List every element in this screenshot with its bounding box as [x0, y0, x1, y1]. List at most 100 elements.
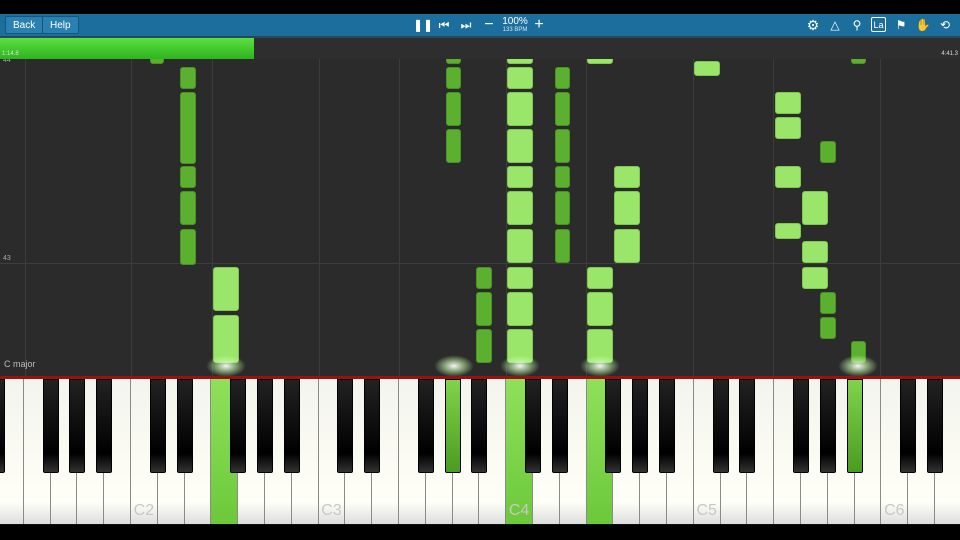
black-key[interactable] — [739, 379, 756, 473]
skip-back-icon[interactable]: ⏮ — [436, 17, 452, 33]
octave-label: C3 — [321, 502, 342, 519]
grid-line — [131, 59, 132, 376]
note — [694, 61, 720, 76]
note — [555, 166, 570, 188]
note — [446, 59, 461, 64]
note — [775, 92, 801, 114]
octave-label: C2 — [133, 502, 155, 519]
note — [802, 241, 828, 263]
octave-label: C4 — [508, 502, 530, 519]
black-key[interactable] — [927, 379, 943, 473]
note — [180, 67, 196, 89]
black-key[interactable] — [605, 379, 622, 473]
metronome-icon[interactable]: △ — [827, 17, 843, 33]
pause-icon[interactable]: ❚❚ — [413, 17, 433, 33]
song-progress-bar[interactable]: 1:14.8 4:41.3 — [0, 37, 960, 59]
black-key[interactable] — [96, 379, 113, 473]
note — [476, 329, 492, 363]
note — [587, 292, 613, 326]
note — [446, 92, 461, 126]
minus-icon[interactable]: − — [481, 17, 497, 33]
note — [555, 67, 570, 89]
note — [476, 292, 492, 326]
black-key[interactable] — [551, 379, 568, 473]
black-key[interactable] — [417, 379, 434, 473]
synthesia-window: Back Help ❚❚ ⏮ ⏭ − 100% 133 BPM + ⚙ △ ⚲ … — [0, 0, 960, 540]
note — [213, 267, 239, 311]
note — [802, 191, 828, 225]
note — [150, 59, 164, 64]
note — [555, 229, 570, 263]
key-signature-label: C major — [4, 359, 36, 369]
black-key[interactable] — [819, 379, 836, 473]
grid-line — [399, 59, 400, 376]
octave-label: C5 — [696, 502, 717, 519]
black-key[interactable] — [632, 379, 649, 473]
note — [507, 267, 533, 289]
hit-glow — [580, 355, 620, 376]
black-key[interactable] — [444, 379, 461, 473]
back-button[interactable]: Back — [5, 16, 44, 34]
note — [555, 191, 570, 225]
note — [180, 191, 196, 225]
bookmark-icon[interactable]: ⚑ — [893, 17, 909, 33]
grid-line — [693, 59, 694, 376]
note — [614, 191, 640, 225]
black-key[interactable] — [900, 379, 917, 473]
note — [775, 223, 801, 239]
black-key[interactable] — [149, 379, 166, 473]
hand-icon[interactable]: ✋ — [915, 17, 931, 33]
black-key[interactable] — [230, 379, 247, 473]
black-key[interactable] — [257, 379, 273, 473]
note — [446, 129, 461, 163]
label-icon[interactable]: La — [871, 17, 886, 32]
note — [507, 92, 533, 126]
speed-percent: 100% — [502, 16, 528, 27]
note — [851, 59, 866, 64]
black-key[interactable] — [42, 379, 59, 473]
help-button[interactable]: Help — [42, 16, 79, 34]
measure-number: 44 — [3, 59, 11, 64]
hit-glow — [434, 355, 474, 376]
speed-readout: 100% 133 BPM — [497, 16, 533, 34]
hit-glow — [206, 355, 246, 376]
note — [820, 292, 836, 314]
black-key[interactable] — [846, 379, 863, 473]
plus-icon[interactable]: + — [531, 17, 547, 33]
note — [775, 166, 801, 188]
black-key[interactable] — [69, 379, 86, 473]
black-key[interactable] — [471, 379, 488, 473]
note — [180, 166, 196, 188]
skip-forward-icon[interactable]: ⏭ — [458, 17, 474, 33]
bottom-bar — [0, 525, 960, 540]
black-key[interactable] — [712, 379, 729, 473]
grid-line — [319, 59, 320, 376]
top-toolbar: Back Help ❚❚ ⏮ ⏭ − 100% 133 BPM + ⚙ △ ⚲ … — [0, 14, 960, 37]
black-key[interactable] — [176, 379, 193, 473]
note — [802, 267, 828, 289]
note — [587, 59, 613, 64]
note — [446, 67, 461, 89]
grid-line — [773, 59, 774, 376]
loop-icon[interactable]: ⟲ — [937, 17, 953, 33]
black-key[interactable] — [283, 379, 300, 473]
note — [555, 129, 570, 163]
black-key[interactable] — [0, 379, 5, 473]
black-key[interactable] — [364, 379, 381, 473]
note — [507, 229, 533, 263]
progress-fill — [0, 38, 255, 59]
total-time: 4:41.3 — [941, 51, 958, 57]
note — [614, 229, 640, 263]
black-key[interactable] — [525, 379, 541, 473]
hit-glow — [500, 355, 540, 376]
black-key[interactable] — [793, 379, 809, 473]
piano-keyboard: C2 C3 C4 C5 C6 — [0, 379, 960, 525]
black-key[interactable] — [337, 379, 354, 473]
grid-line — [25, 59, 26, 376]
gear-icon[interactable]: ⚙ — [805, 17, 821, 33]
magnifier-icon[interactable]: ⚲ — [849, 17, 865, 33]
black-key[interactable] — [659, 379, 675, 473]
note — [507, 129, 533, 163]
note — [507, 67, 533, 89]
note — [775, 117, 801, 139]
